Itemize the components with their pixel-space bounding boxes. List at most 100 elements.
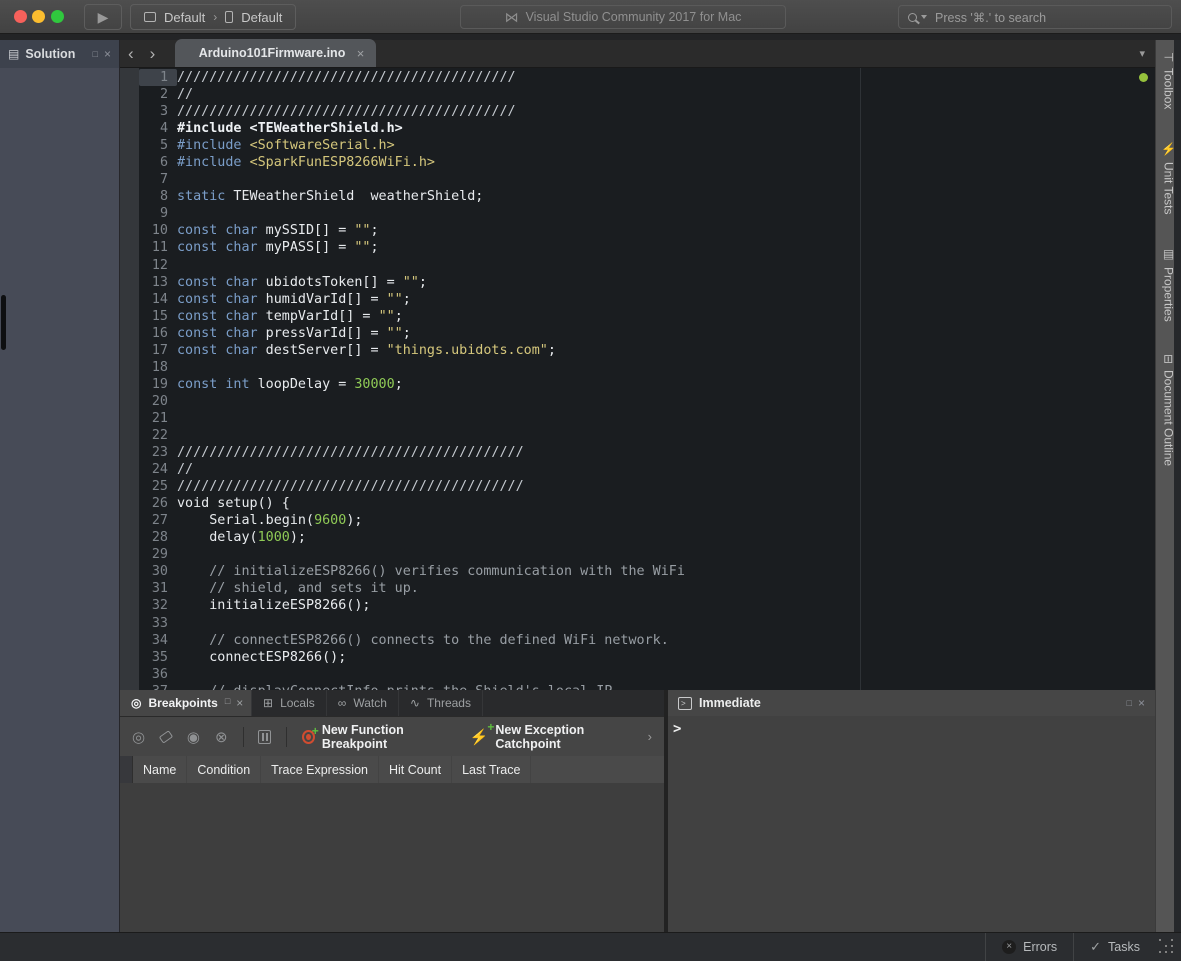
run-configuration-selector[interactable]: Default › Default — [130, 4, 296, 30]
watch-icon: ∞ — [338, 696, 347, 710]
column-options-icon[interactable] — [258, 730, 271, 744]
line-number: 9 — [139, 205, 177, 222]
line-number: 31 — [139, 580, 177, 597]
line-number: 32 — [139, 597, 177, 614]
dock-icon[interactable]: □ — [93, 49, 98, 59]
code-line: 5#include <SoftwareSerial.h> — [139, 137, 1155, 154]
code-line: 7 — [139, 171, 1155, 188]
editor-scrollbar-thumb[interactable] — [1, 295, 6, 350]
function-breakpoint-icon — [302, 730, 315, 744]
code-line: 26void setup() { — [139, 495, 1155, 512]
play-icon: ▶ — [98, 9, 109, 26]
toolbar-separator — [286, 727, 287, 747]
console-prompt: > — [673, 721, 681, 737]
search-placeholder: Press '⌘.' to search — [935, 10, 1046, 25]
navigate-back-icon[interactable]: ‹ — [120, 41, 142, 67]
immediate-pad-title: Immediate — [699, 696, 761, 710]
new-exception-catchpoint-button[interactable]: ⚡ New Exception Catchpoint — [470, 723, 633, 751]
tab-threads[interactable]: ∿ Threads — [399, 690, 483, 716]
code-line: 12 — [139, 257, 1155, 274]
column-condition[interactable]: Condition — [187, 756, 261, 783]
tab-watch[interactable]: ∞ Watch — [327, 690, 399, 716]
errors-button[interactable]: × Errors — [986, 940, 1073, 954]
new-breakpoint-icon[interactable]: ◎ — [132, 728, 145, 746]
tab-breakpoints[interactable]: ◎ Breakpoints □ × — [120, 690, 252, 716]
line-number: 33 — [139, 615, 177, 632]
solution-pad-title: Solution — [25, 47, 75, 61]
code-line: 33 — [139, 615, 1155, 632]
code-line: 8static TEWeatherShield weatherShield; — [139, 188, 1155, 205]
code-line: 18 — [139, 359, 1155, 376]
code-line: 6#include <SparkFunESP8266WiFi.h> — [139, 154, 1155, 171]
device-icon — [225, 11, 233, 23]
line-number: 29 — [139, 546, 177, 563]
line-number: 2 — [139, 86, 177, 103]
close-icon[interactable]: × — [236, 696, 243, 710]
remove-all-breakpoints-icon[interactable]: ⊗ — [215, 728, 228, 746]
new-exception-catchpoint-label: New Exception Catchpoint — [495, 723, 632, 751]
line-number: 24 — [139, 461, 177, 478]
code-line: 19const int loopDelay = 30000; — [139, 376, 1155, 393]
code-line: 14const char humidVarId[] = ""; — [139, 291, 1155, 308]
tab-locals[interactable]: ⊞ Locals — [252, 690, 327, 716]
column-trace-expression[interactable]: Trace Expression — [261, 756, 379, 783]
code-line: 2// — [139, 86, 1155, 103]
immediate-pad: > Immediate □ × > — [668, 690, 1155, 932]
code-line: 15const char tempVarId[] = ""; — [139, 308, 1155, 325]
locals-icon: ⊞ — [263, 696, 273, 710]
column-last-trace[interactable]: Last Trace — [452, 756, 531, 783]
close-window-button[interactable] — [14, 10, 27, 23]
code-line: 24// — [139, 461, 1155, 478]
terminal-icon: > — [678, 697, 692, 710]
new-function-breakpoint-button[interactable]: New Function Breakpoint — [302, 723, 455, 751]
line-number: 25 — [139, 478, 177, 495]
code-line: 27 Serial.begin(9600); — [139, 512, 1155, 529]
line-number: 15 — [139, 308, 177, 325]
code-line: 11const char myPASS[] = ""; — [139, 239, 1155, 256]
column-hit-count[interactable]: Hit Count — [379, 756, 452, 783]
breakpoints-list[interactable] — [120, 783, 664, 932]
minimize-window-button[interactable] — [32, 10, 45, 23]
close-icon[interactable]: × — [1138, 696, 1145, 710]
code-line: 21 — [139, 410, 1155, 427]
line-number: 5 — [139, 137, 177, 154]
code-line: 3///////////////////////////////////////… — [139, 103, 1155, 120]
code-line: 9 — [139, 205, 1155, 222]
dock-icon[interactable]: □ — [225, 696, 230, 710]
clear-breakpoint-icon[interactable] — [159, 730, 173, 743]
tab-arduino101firmware[interactable]: Arduino101Firmware.ino × — [175, 39, 376, 67]
toolbar-separator — [243, 727, 244, 747]
code-line: 31 // shield, and sets it up. — [139, 580, 1155, 597]
code-editor[interactable]: 1///////////////////////////////////////… — [120, 68, 1155, 690]
immediate-console-input[interactable]: > — [668, 716, 1155, 932]
disable-all-breakpoints-icon[interactable]: ◉ — [187, 728, 200, 746]
search-input[interactable]: Press '⌘.' to search — [898, 5, 1172, 29]
dock-icon[interactable]: □ — [1127, 698, 1132, 708]
title-bar: ▶ Default › Default ⋈ Visual Studio Comm… — [0, 0, 1181, 34]
threads-tab-label: Threads — [427, 696, 471, 710]
resize-grip[interactable] — [1156, 938, 1178, 956]
breakpoint-margin[interactable] — [120, 68, 139, 690]
toolbar-overflow-icon[interactable]: › — [648, 729, 652, 744]
close-tab-icon[interactable]: × — [357, 46, 365, 61]
window-title: Visual Studio Community 2017 for Mac — [526, 10, 742, 24]
editor-scrollbar[interactable] — [1174, 40, 1181, 932]
tasks-button[interactable]: ✓ Tasks — [1074, 939, 1156, 955]
close-icon[interactable]: × — [104, 47, 111, 61]
configuration-icon — [144, 12, 156, 22]
line-number: 37 — [139, 683, 177, 690]
debug-pads-tab-bar: ◎ Breakpoints □ × ⊞ Locals ∞ Watch ∿ Thr… — [120, 690, 664, 716]
run-button[interactable]: ▶ — [84, 4, 122, 30]
line-number: 17 — [139, 342, 177, 359]
solution-tree[interactable] — [0, 68, 119, 932]
line-number: 18 — [139, 359, 177, 376]
column-name[interactable]: Name — [133, 756, 187, 783]
navigate-forward-icon[interactable]: › — [142, 41, 164, 67]
code-line: 32 initializeESP8266(); — [139, 597, 1155, 614]
window-title-widget: ⋈ Visual Studio Community 2017 for Mac — [460, 5, 786, 29]
immediate-pad-header: > Immediate □ × — [668, 690, 1155, 716]
code-line: 28 delay(1000); — [139, 529, 1155, 546]
tab-list-dropdown-icon[interactable]: ▾ — [1129, 41, 1155, 67]
zoom-window-button[interactable] — [51, 10, 64, 23]
line-number: 8 — [139, 188, 177, 205]
